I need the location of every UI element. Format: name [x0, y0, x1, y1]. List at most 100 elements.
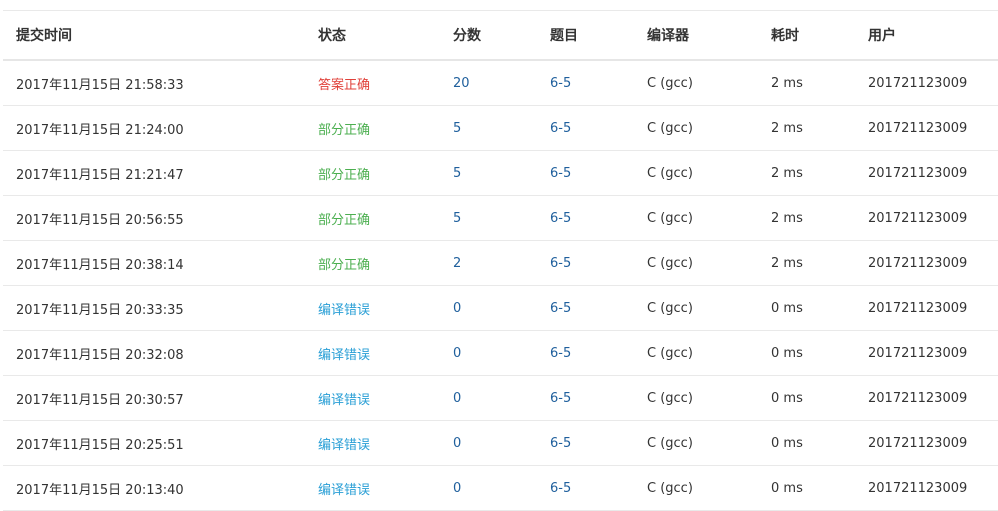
cell-compiler: C (gcc) [647, 210, 693, 226]
cell-compiler: C (gcc) [647, 435, 693, 451]
header-submit-time-label: 提交时间 [16, 28, 72, 44]
cell-time-used: 0 ms [771, 300, 803, 316]
cell-user: 201721123009 [868, 210, 968, 226]
cell-time-used: 2 ms [771, 255, 803, 271]
cell-submit-time: 2017年11月15日 21:21:47 [16, 167, 184, 183]
cell-problem-link[interactable]: 6-5 [550, 211, 571, 226]
cell-status-link[interactable]: 答案正确 [318, 78, 370, 93]
header-problem: 题目 [550, 10, 647, 61]
cell-user: 201721123009 [868, 390, 968, 406]
cell-problem-link[interactable]: 6-5 [550, 391, 571, 406]
cell-score: 0 [453, 480, 462, 496]
cell-submit-time: 2017年11月15日 20:32:08 [16, 347, 184, 363]
cell-compiler: C (gcc) [647, 120, 693, 136]
cell-status-link[interactable]: 部分正确 [318, 258, 370, 273]
cell-submit-time-cell: 2017年11月15日 20:25:51 [3, 420, 318, 466]
cell-compiler-cell: C (gcc) [647, 60, 771, 106]
header-problem-label: 题目 [550, 28, 578, 44]
cell-status-link[interactable]: 编译错误 [318, 483, 370, 498]
cell-score-cell: 2 [453, 240, 550, 286]
cell-user: 201721123009 [868, 435, 968, 451]
table-row: 2017年11月15日 20:30:57 编译错误 0 6-5 C (gcc) 0 ms 2… [3, 375, 998, 421]
cell-user: 201721123009 [868, 75, 968, 91]
cell-status-link[interactable]: 编译错误 [318, 438, 370, 453]
cell-time-used: 0 ms [771, 345, 803, 361]
cell-score-cell: 0 [453, 465, 550, 511]
cell-score-cell: 0 [453, 420, 550, 466]
cell-status-cell: 编译错误 [318, 330, 453, 376]
cell-problem-cell: 6-5 [550, 330, 647, 376]
table-body: 2017年11月15日 21:58:33 答案正确 20 6-5 C (gcc) 2 ms… [3, 60, 998, 511]
cell-problem-link[interactable]: 6-5 [550, 76, 571, 91]
cell-submit-time: 2017年11月15日 20:38:14 [16, 257, 184, 273]
cell-score-cell: 0 [453, 330, 550, 376]
cell-submit-time: 2017年11月15日 21:58:33 [16, 77, 184, 93]
cell-user-cell: 201721123009 [868, 240, 998, 286]
cell-compiler: C (gcc) [647, 300, 693, 316]
header-compiler-label: 编译器 [647, 28, 689, 44]
cell-time-used-cell: 0 ms [771, 420, 868, 466]
cell-user-cell: 201721123009 [868, 150, 998, 196]
cell-time-used: 2 ms [771, 210, 803, 226]
cell-status-link[interactable]: 编译错误 [318, 303, 370, 318]
header-user-label: 用户 [868, 28, 896, 44]
cell-problem-link[interactable]: 6-5 [550, 301, 571, 316]
cell-problem-cell: 6-5 [550, 240, 647, 286]
cell-time-used-cell: 2 ms [771, 150, 868, 196]
cell-submit-time-cell: 2017年11月15日 20:30:57 [3, 375, 318, 421]
cell-status-link[interactable]: 部分正确 [318, 168, 370, 183]
header-user: 用户 [868, 10, 998, 61]
cell-score: 0 [453, 345, 462, 361]
cell-score-cell: 5 [453, 195, 550, 241]
cell-user: 201721123009 [868, 345, 968, 361]
cell-problem-link[interactable]: 6-5 [550, 121, 571, 136]
cell-problem-link[interactable]: 6-5 [550, 436, 571, 451]
cell-problem-link[interactable]: 6-5 [550, 346, 571, 361]
table-row: 2017年11月15日 21:58:33 答案正确 20 6-5 C (gcc) 2 ms… [3, 60, 998, 106]
cell-status-cell: 编译错误 [318, 285, 453, 331]
cell-submit-time-cell: 2017年11月15日 20:33:35 [3, 285, 318, 331]
cell-score: 5 [453, 165, 462, 181]
cell-score: 5 [453, 120, 462, 136]
cell-score-cell: 20 [453, 60, 550, 106]
cell-status-cell: 部分正确 [318, 240, 453, 286]
cell-user: 201721123009 [868, 480, 968, 496]
cell-user-cell: 201721123009 [868, 375, 998, 421]
cell-compiler: C (gcc) [647, 255, 693, 271]
cell-problem-cell: 6-5 [550, 420, 647, 466]
cell-score: 0 [453, 300, 462, 316]
cell-time-used-cell: 2 ms [771, 195, 868, 241]
cell-compiler-cell: C (gcc) [647, 105, 771, 151]
cell-status-cell: 编译错误 [318, 420, 453, 466]
cell-score-cell: 0 [453, 285, 550, 331]
cell-score: 20 [453, 75, 470, 91]
cell-status-link[interactable]: 编译错误 [318, 348, 370, 363]
cell-status-cell: 部分正确 [318, 105, 453, 151]
header-row: 提交时间 状态 分数 题目 编译器 耗时 用户 [3, 10, 998, 61]
cell-status-link[interactable]: 部分正确 [318, 213, 370, 228]
table-row: 2017年11月15日 20:25:51 编译错误 0 6-5 C (gcc) 0 ms 2… [3, 420, 998, 466]
table-row: 2017年11月15日 20:56:55 部分正确 5 6-5 C (gcc) 2 ms 2… [3, 195, 998, 241]
cell-submit-time: 2017年11月15日 21:24:00 [16, 122, 184, 138]
cell-score: 0 [453, 390, 462, 406]
cell-compiler-cell: C (gcc) [647, 375, 771, 421]
cell-status-link[interactable]: 编译错误 [318, 393, 370, 408]
table-row: 2017年11月15日 20:33:35 编译错误 0 6-5 C (gcc) 0 ms 2… [3, 285, 998, 331]
cell-user-cell: 201721123009 [868, 285, 998, 331]
cell-compiler-cell: C (gcc) [647, 285, 771, 331]
submissions-table: 提交时间 状态 分数 题目 编译器 耗时 用户 2017年11月15日 21:5… [3, 10, 998, 511]
table-row: 2017年11月15日 20:32:08 编译错误 0 6-5 C (gcc) 0 ms 2… [3, 330, 998, 376]
cell-user-cell: 201721123009 [868, 105, 998, 151]
cell-score: 0 [453, 435, 462, 451]
cell-problem-cell: 6-5 [550, 465, 647, 511]
cell-score-cell: 5 [453, 105, 550, 151]
cell-status-cell: 答案正确 [318, 60, 453, 106]
cell-status-link[interactable]: 部分正确 [318, 123, 370, 138]
cell-compiler-cell: C (gcc) [647, 330, 771, 376]
submissions-table-container: 提交时间 状态 分数 题目 编译器 耗时 用户 2017年11月15日 21:5… [3, 10, 998, 511]
cell-problem-link[interactable]: 6-5 [550, 256, 571, 271]
cell-problem-cell: 6-5 [550, 285, 647, 331]
cell-problem-link[interactable]: 6-5 [550, 166, 571, 181]
cell-problem-link[interactable]: 6-5 [550, 481, 571, 496]
cell-problem-cell: 6-5 [550, 105, 647, 151]
